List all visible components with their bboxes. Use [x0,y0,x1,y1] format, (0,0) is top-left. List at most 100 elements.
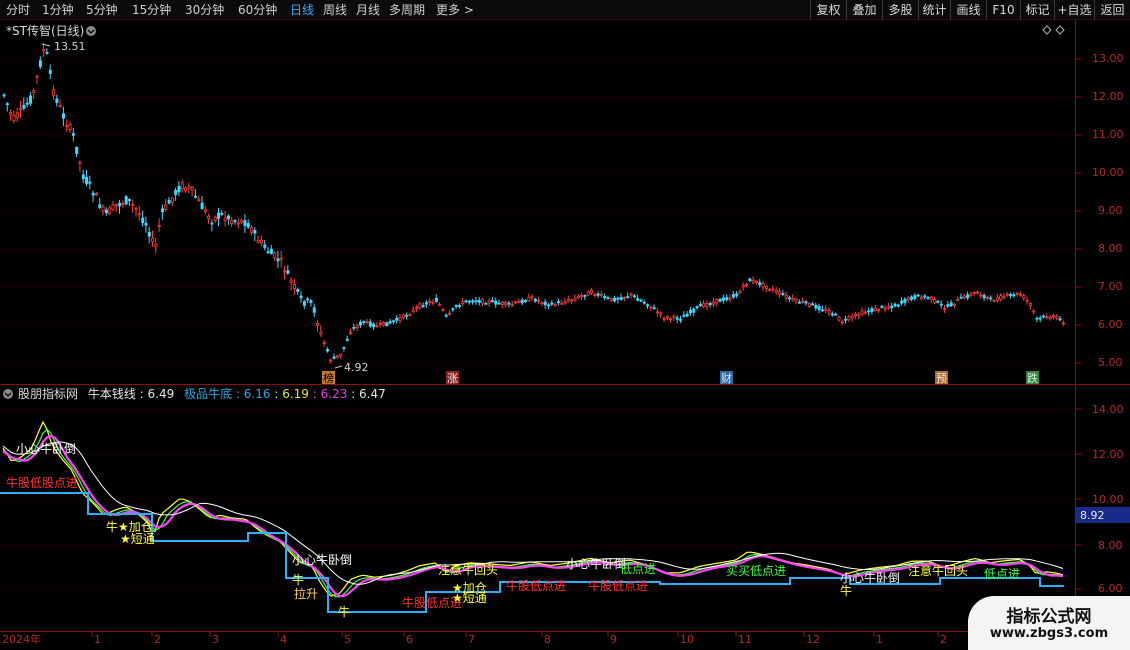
tab-daily[interactable]: 日线 [290,2,314,18]
candle-body [283,270,287,273]
indicator-dropdown-icon[interactable] [3,389,13,399]
candle-body [527,296,531,302]
candle-body [81,174,85,180]
overlay-button[interactable]: 叠加 [846,0,882,20]
candle-body [662,318,666,320]
candle-body [698,304,702,307]
candle-body [850,315,854,319]
candle-body [705,303,709,307]
tab-15min[interactable]: 15分钟 [132,2,171,18]
candle-body [233,220,237,223]
annotation: 小心牛卧倒 [16,441,76,456]
candle-body [428,301,432,303]
candle-body [906,297,910,301]
candle-body [959,296,963,299]
candle-body [352,326,356,329]
chart-area[interactable]: *ST传智(日线) 13.51 4.92 13.00 12.00 11.00 1… [0,20,1130,650]
candle-body [292,284,296,289]
support-step-line [0,492,1064,613]
statistics-button[interactable]: 统计 [918,0,950,20]
back-button[interactable]: 返回 [1094,0,1130,20]
candle-body [213,216,217,222]
tab-more[interactable]: 更多 > [436,2,474,18]
candle-body [632,295,636,298]
mark-button[interactable]: 标记 [1020,0,1054,20]
candle-body [48,69,52,74]
y-tick-label: 8.00 [1098,539,1123,552]
tab-5min[interactable]: 5分钟 [86,2,118,18]
candle-body [481,298,485,304]
indicator-value-1: 6.16 [244,387,271,401]
diamond-icon-2[interactable] [1055,25,1065,35]
candle-body [537,299,541,302]
tab-monthly[interactable]: 月线 [356,2,380,18]
tab-1min[interactable]: 1分钟 [42,2,74,18]
tab-weekly[interactable]: 周线 [323,2,347,18]
candle-body [718,298,722,302]
candle-body [111,204,115,210]
candle-body [784,294,788,299]
candle-body [101,206,105,212]
candle-body [391,320,395,323]
annotation: 牛股低股点进 [6,475,78,490]
candle-body [494,300,498,305]
annotation: 拉升 [294,586,318,601]
tab-multi-period[interactable]: 多周期 [389,2,425,18]
multi-stock-button[interactable]: 多股 [882,0,918,20]
x-tick-label: 6 [406,633,413,646]
candle-body [108,207,112,215]
candle-body [613,297,617,302]
indicator-sep: : [351,387,359,401]
candle-body [263,244,267,248]
candle-body [121,202,125,205]
candle-body [124,196,128,205]
candle-body [500,301,504,306]
candle-body [15,112,19,118]
x-tick-label: 1 [94,633,101,646]
tab-30min[interactable]: 30分钟 [185,2,224,18]
candle-body [474,300,478,303]
candle-body [652,307,656,310]
x-tick-label: 2 [154,633,161,646]
candle-body [788,297,792,300]
tab-60min[interactable]: 60分钟 [238,2,277,18]
candle-body [1052,315,1056,318]
y-tick-label: 6.00 [1098,582,1123,595]
dropdown-circle-icon[interactable] [86,26,96,36]
diamond-icon[interactable] [1042,25,1052,35]
candle-body [405,314,409,317]
candle-body [434,297,438,302]
candle-body [827,310,831,314]
draw-line-button[interactable]: 画线 [950,0,986,20]
candle-body [12,114,16,121]
candle-body [167,199,171,204]
annotation: 牛 [106,519,118,534]
candle-body [682,314,686,317]
candle-body [457,305,461,307]
candle-body [755,280,759,283]
candle-body [246,223,250,228]
candle-body [415,306,419,309]
candle-body [629,293,633,296]
add-watchlist-button[interactable]: +自选 [1054,0,1094,20]
candle-body [883,307,887,310]
candle-body [623,296,627,299]
candle-body [1015,292,1019,295]
candle-body [900,300,904,304]
indicator-sep: : [274,387,282,401]
y-tick-label: 9.00 [1098,204,1123,217]
tab-intraday[interactable]: 分时 [6,2,30,18]
candle-body [65,125,69,128]
candle-body [240,219,244,223]
candle-body [309,300,313,303]
candle-body [728,297,732,300]
candle-body [71,133,75,136]
candle-body [916,294,920,297]
candle-body [530,296,534,299]
indicator-line1-value: 6.49 [148,387,175,401]
restore-rights-button[interactable]: 复权 [810,0,846,20]
f10-button[interactable]: F10 [986,0,1020,20]
candle-body [236,222,240,225]
candle-body [570,299,574,302]
y-tick-label: 10.00 [1092,166,1124,179]
